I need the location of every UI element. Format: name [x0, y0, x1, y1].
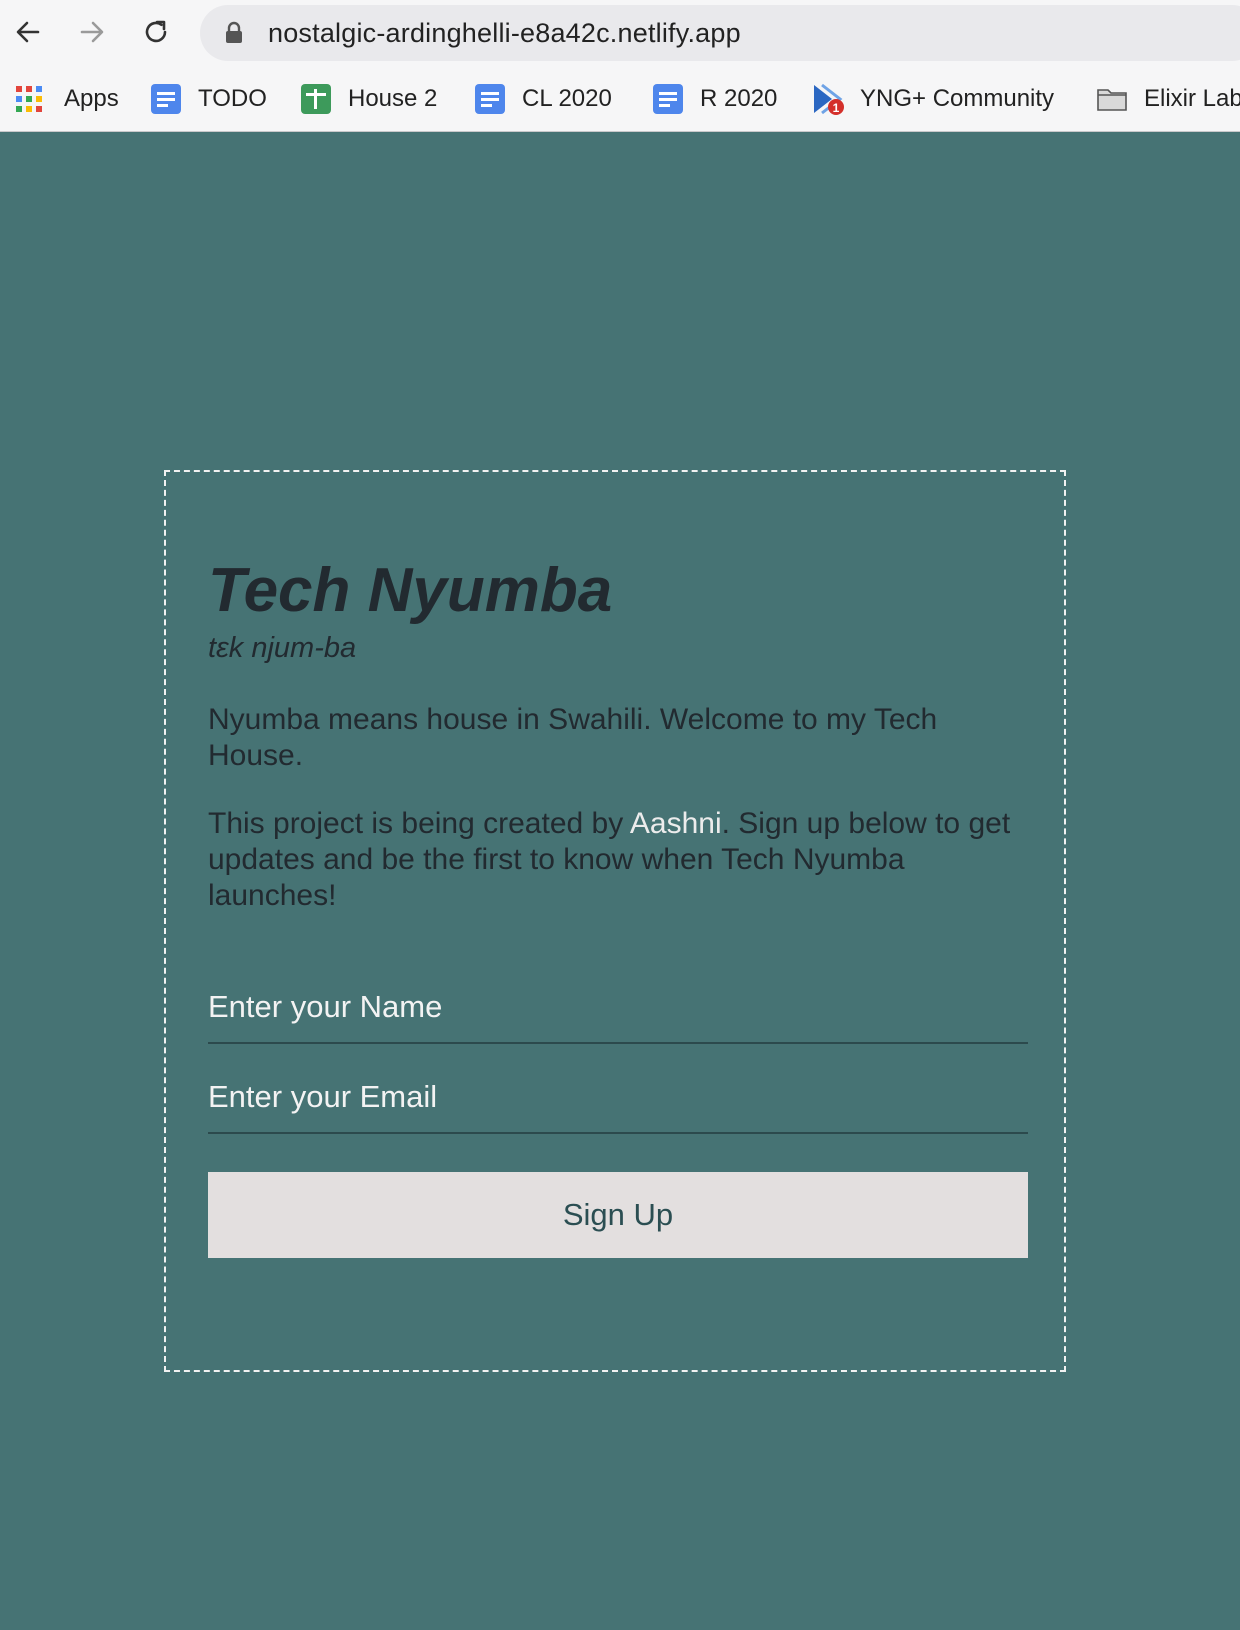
bookmark-cl-2020[interactable]: CL 2020 [474, 82, 612, 116]
sign-up-button[interactable]: Sign Up [208, 1172, 1028, 1258]
lock-icon [226, 21, 242, 43]
forward-button[interactable] [72, 12, 112, 52]
intro-text: Nyumba means house in Swahili. Welcome t… [208, 703, 938, 772]
bookmark-r-2020[interactable]: R 2020 [652, 82, 777, 116]
bookmark-label: House 2 [348, 85, 438, 112]
reload-icon [145, 20, 167, 43]
bookmark-yng-community[interactable]: 1 YNG+ Community [812, 82, 1054, 116]
signup-card: Tech Nyumba tɛk njum-ba Nyumba means hou… [164, 470, 1066, 1372]
bookmarks-bar: Apps TODO House 2 CL 2020 R 2020 1 YNG+ … [0, 70, 1240, 128]
reload-button[interactable] [136, 12, 176, 52]
google-docs-icon [475, 84, 505, 114]
back-button[interactable] [8, 12, 48, 52]
project-text-before: This project is being created by [208, 807, 630, 840]
pronunciation: tɛk njum-ba [208, 632, 357, 664]
name-input[interactable] [208, 972, 1028, 1044]
bookmark-label: CL 2020 [522, 85, 612, 112]
bookmark-label: Elixir Lab [1144, 85, 1240, 112]
back-arrow-icon [16, 21, 40, 43]
apps-grid-icon [16, 86, 42, 112]
google-docs-icon [151, 84, 181, 114]
bookmark-label: TODO [198, 85, 267, 112]
bookmark-label: YNG+ Community [860, 85, 1055, 112]
email-input[interactable] [208, 1062, 1028, 1134]
browser-chrome: nostalgic-ardinghelli-e8a42c.netlify.app… [0, 0, 1240, 132]
bookmark-label: Apps [64, 85, 119, 112]
forward-arrow-icon [80, 21, 104, 43]
google-docs-icon [653, 84, 683, 114]
svg-text:1: 1 [833, 101, 840, 115]
url-text: nostalgic-ardinghelli-e8a42c.netlify.app [268, 18, 741, 48]
author-name: Aashni [629, 807, 722, 840]
bookmark-apps[interactable]: Apps [14, 82, 119, 116]
bookmark-label: R 2020 [700, 85, 778, 112]
bookmark-elixir-lab[interactable]: Elixir Lab [1096, 82, 1240, 116]
project-text: This project is being created by Aashni.… [208, 806, 1028, 914]
page-title: Tech Nyumba [208, 556, 613, 625]
address-bar[interactable]: nostalgic-ardinghelli-e8a42c.netlify.app [200, 5, 1240, 61]
folder-icon [1097, 89, 1127, 111]
yng-community-icon: 1 [814, 83, 844, 115]
bookmark-todo[interactable]: TODO [150, 82, 267, 116]
google-sheets-icon [301, 84, 331, 114]
bookmark-house-2[interactable]: House 2 [300, 82, 437, 116]
